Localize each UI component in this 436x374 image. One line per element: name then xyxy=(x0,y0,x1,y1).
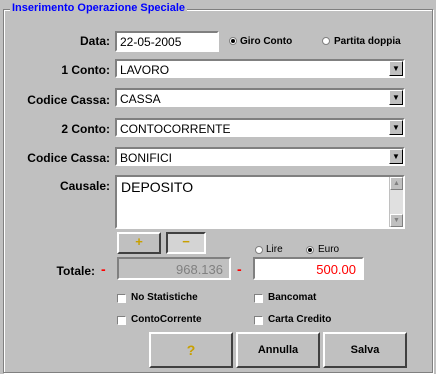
cassa2-value: BONIFICI xyxy=(120,151,173,165)
partita-doppia-radio[interactable] xyxy=(322,37,330,45)
euro-radio[interactable] xyxy=(306,246,314,254)
giro-conto-radio[interactable] xyxy=(229,37,237,45)
scroll-up-icon[interactable]: ▲ xyxy=(390,177,403,190)
chevron-down-icon[interactable]: ▼ xyxy=(389,90,403,105)
annulla-label: Annulla xyxy=(257,344,299,356)
lire-total-field: 968.136 xyxy=(117,257,231,280)
conto2-label: 2 Conto: xyxy=(61,122,110,136)
contocorrente-checkbox[interactable] xyxy=(117,316,126,325)
lire-label[interactable]: Lire xyxy=(266,244,283,255)
lire-sign: - xyxy=(101,261,106,277)
euro-total-field[interactable]: 500.00 xyxy=(253,257,364,280)
no-statistiche-checkbox[interactable] xyxy=(117,294,126,303)
minus-icon: − xyxy=(182,234,190,249)
lire-radio[interactable] xyxy=(255,246,263,254)
group-title: Inserimento Operazione Speciale xyxy=(10,2,188,14)
chevron-down-icon[interactable]: ▼ xyxy=(389,120,403,135)
salva-label: Salva xyxy=(350,344,380,356)
chevron-down-icon[interactable]: ▼ xyxy=(389,149,403,164)
cassa2-combo[interactable]: BONIFICI ▼ xyxy=(115,147,405,166)
causale-textarea[interactable]: DEPOSITO ▲ ▼ xyxy=(115,175,405,229)
annulla-button[interactable]: Annulla xyxy=(236,332,320,368)
data-label: Data: xyxy=(79,34,110,48)
subtract-button[interactable]: − xyxy=(166,232,206,254)
giro-conto-label[interactable]: Giro Conto xyxy=(240,36,292,47)
plus-icon: + xyxy=(135,234,143,249)
euro-label[interactable]: Euro xyxy=(318,244,339,255)
add-button[interactable]: + xyxy=(117,232,161,254)
partita-doppia-label[interactable]: Partita doppia xyxy=(334,36,401,47)
causale-scrollbar[interactable]: ▲ ▼ xyxy=(389,177,403,227)
cassa2-label: Codice Cassa: xyxy=(27,151,110,165)
conto2-combo[interactable]: CONTOCORRENTE ▼ xyxy=(115,118,405,137)
contocorrente-label[interactable]: ContoCorrente xyxy=(131,314,202,325)
bancomat-label[interactable]: Bancomat xyxy=(268,292,316,303)
scroll-down-icon[interactable]: ▼ xyxy=(390,214,403,227)
cassa1-label: Codice Cassa: xyxy=(27,93,110,107)
salva-button[interactable]: Salva xyxy=(323,332,407,368)
totale-label: Totale: xyxy=(56,264,95,278)
cassa1-combo[interactable]: CASSA ▼ xyxy=(115,88,405,107)
cassa1-value: CASSA xyxy=(120,92,161,106)
carta-credito-label[interactable]: Carta Credito xyxy=(268,314,331,325)
conto2-value: CONTOCORRENTE xyxy=(120,122,231,136)
bancomat-checkbox[interactable] xyxy=(254,294,263,303)
chevron-down-icon[interactable]: ▼ xyxy=(389,61,403,76)
causale-label: Causale: xyxy=(59,179,110,193)
causale-value: DEPOSITO xyxy=(121,179,194,195)
help-icon: ? xyxy=(186,342,196,358)
no-statistiche-label[interactable]: No Statistiche xyxy=(131,292,198,303)
help-button[interactable]: ? xyxy=(149,332,233,368)
euro-sign: - xyxy=(237,261,242,277)
conto1-combo[interactable]: LAVORO ▼ xyxy=(115,59,405,78)
carta-credito-checkbox[interactable] xyxy=(254,316,263,325)
conto1-label: 1 Conto: xyxy=(61,63,110,77)
date-field[interactable]: 22-05-2005 xyxy=(115,31,219,52)
conto1-value: LAVORO xyxy=(120,63,170,77)
